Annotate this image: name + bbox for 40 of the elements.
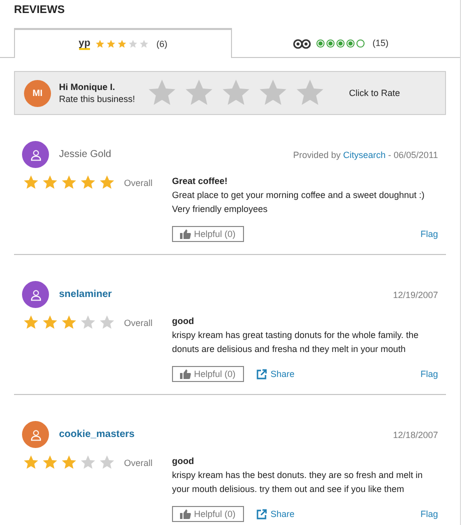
flag-link[interactable]: Flag bbox=[420, 367, 438, 381]
share-icon bbox=[256, 368, 267, 380]
thumbs-up-icon bbox=[180, 509, 191, 519]
greeting: Hi Monique I. bbox=[59, 81, 116, 93]
review-title: good bbox=[172, 315, 195, 328]
helpful-button[interactable]: Helpful (0) bbox=[172, 226, 244, 242]
reviewer-link[interactable]: snelaminer bbox=[59, 289, 112, 300]
provider-link[interactable]: Citysearch bbox=[343, 150, 386, 160]
overall-label: Overall bbox=[124, 178, 153, 188]
owl-icon bbox=[293, 38, 312, 48]
flag-link[interactable]: Flag bbox=[420, 507, 438, 521]
review-count: (6) bbox=[156, 39, 168, 49]
rate-prompt: Rate this business! bbox=[59, 93, 136, 105]
reviewer-name: Jessie Gold bbox=[59, 149, 112, 160]
source-tab[interactable]: yp (6) bbox=[14, 28, 232, 58]
share-link[interactable]: Share bbox=[256, 507, 295, 521]
logo: yp bbox=[78, 38, 90, 50]
overall-label: Overall bbox=[124, 318, 153, 328]
helpful-button[interactable]: Helpful (0) bbox=[172, 366, 244, 382]
review-title: good bbox=[172, 455, 195, 468]
thumbs-up-icon bbox=[180, 369, 191, 379]
flag-link[interactable]: Flag bbox=[420, 227, 438, 241]
share-link[interactable]: Share bbox=[256, 367, 295, 381]
review-date: 12/19/2007 bbox=[392, 290, 438, 300]
source-tab[interactable]: (15) bbox=[232, 28, 450, 57]
review-count: (15) bbox=[372, 38, 388, 48]
reviewer-link[interactable]: cookie_masters bbox=[59, 429, 135, 440]
review-title: Great coffee! bbox=[172, 175, 229, 188]
review-date: Provided by Citysearch - 06/05/2011 bbox=[293, 150, 438, 160]
review-text: krispy kream has great tasting donuts for the whole family. the donuts are delisious and fresha nd they melt in your mouth bbox=[172, 329, 420, 356]
user-avatar: MI bbox=[24, 80, 51, 106]
review-text: krispy kream has the best donuts. they are so fresh and melt in your mouth delisious. try them out and see if you like them bbox=[172, 469, 424, 496]
overall-label: Overall bbox=[124, 458, 153, 468]
click-to-rate: Click to Rate bbox=[349, 88, 400, 98]
share-icon bbox=[256, 508, 267, 520]
thumbs-up-icon bbox=[180, 229, 191, 239]
helpful-button[interactable]: Helpful (0) bbox=[172, 506, 244, 522]
review-date: 12/18/2007 bbox=[392, 430, 438, 440]
review-text: Great place to get your morning coffee and a sweet doughnut :) Very friendly employees bbox=[172, 189, 426, 216]
section-heading: REVIEWS bbox=[13, 3, 66, 18]
